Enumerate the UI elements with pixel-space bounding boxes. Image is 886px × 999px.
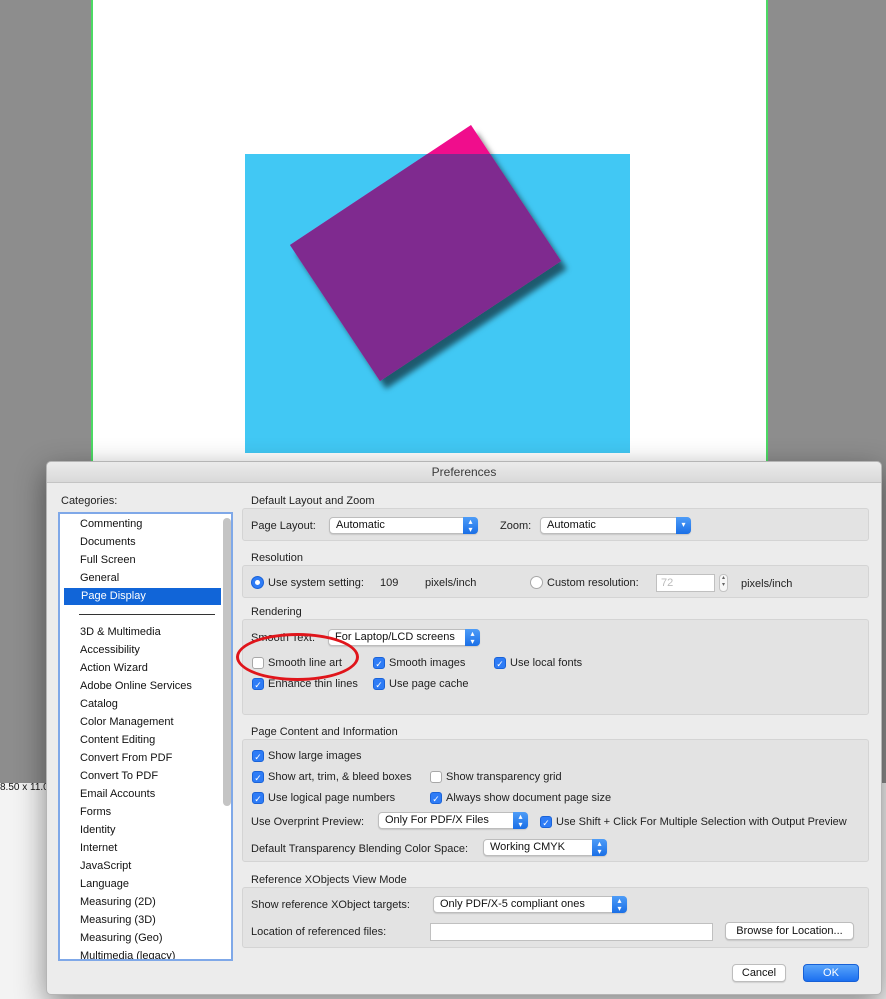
category-measuring-2d[interactable]: Measuring (2D) (60, 894, 221, 911)
category-page-display[interactable]: Page Display (64, 588, 221, 605)
shift-click-selection-checkbox[interactable]: ✓ (540, 816, 552, 828)
category-convert-from-pdf[interactable]: Convert From PDF (60, 750, 221, 767)
overprint-preview-value: Only For PDF/X Files (385, 814, 489, 826)
show-large-images-checkbox[interactable]: ✓ (252, 750, 264, 762)
category-adobe-online-services[interactable]: Adobe Online Services (60, 678, 221, 695)
custom-resolution-label: Custom resolution: (547, 577, 639, 589)
referenced-files-location-label: Location of referenced files: (251, 926, 387, 938)
category-language[interactable]: Language (60, 876, 221, 893)
category-action-wizard[interactable]: Action Wizard (60, 660, 221, 677)
use-page-cache-checkbox[interactable]: ✓ (373, 678, 385, 690)
use-local-fonts-label: Use local fonts (510, 657, 583, 669)
always-show-page-size-label: Always show document page size (446, 792, 612, 804)
categories-label: Categories: (61, 495, 118, 507)
categories-list[interactable]: Commenting Documents Full Screen General… (58, 512, 233, 961)
custom-resolution-radio[interactable] (530, 576, 543, 589)
page-layout-popup[interactable]: Automatic ▴ ▾ (329, 517, 478, 534)
custom-resolution-units: pixels/inch (741, 578, 793, 590)
smooth-images-label: Smooth images (389, 657, 466, 669)
blending-color-space-value: Working CMYK (490, 841, 565, 853)
preferences-dialog: Preferences Categories: Commenting Docum… (46, 461, 882, 995)
smooth-text-value: For Laptop/LCD screens (335, 631, 455, 643)
always-show-page-size-checkbox[interactable]: ✓ (430, 792, 442, 804)
chevron-down-icon: ▾ (676, 517, 691, 534)
category-color-management[interactable]: Color Management (60, 714, 221, 731)
blending-color-space-label: Default Transparency Blending Color Spac… (251, 843, 469, 855)
category-forms[interactable]: Forms (60, 804, 221, 821)
up-down-chevron-icon: ▴ ▾ (465, 629, 480, 646)
use-system-setting-label: Use system setting: (268, 577, 364, 589)
page-size-label: 8.50 x 11.00 in (0, 782, 46, 793)
use-page-cache-label: Use page cache (389, 678, 469, 690)
category-email-accounts[interactable]: Email Accounts (60, 786, 221, 803)
rendering-section-title: Rendering (251, 606, 302, 618)
xobject-targets-value: Only PDF/X-5 compliant ones (440, 898, 585, 910)
system-resolution-value: 109 (380, 577, 399, 589)
default-layout-section-title: Default Layout and Zoom (251, 495, 375, 507)
category-identity[interactable]: Identity (60, 822, 221, 839)
shift-click-selection-label: Use Shift + Click For Multiple Selection… (556, 816, 847, 828)
category-documents[interactable]: Documents (60, 534, 221, 551)
category-internet[interactable]: Internet (60, 840, 221, 857)
up-down-chevron-icon: ▴ ▾ (513, 812, 528, 829)
page-content-section-title: Page Content and Information (251, 726, 398, 738)
category-general[interactable]: General (60, 570, 221, 587)
dialog-title: Preferences (47, 462, 881, 483)
category-measuring-geo[interactable]: Measuring (Geo) (60, 930, 221, 947)
xobject-targets-popup[interactable]: Only PDF/X-5 compliant ones ▴ ▾ (433, 896, 627, 913)
show-transparency-grid-label: Show transparency grid (446, 771, 562, 783)
red-highlight-ellipse (236, 633, 359, 681)
category-accessibility[interactable]: Accessibility (60, 642, 221, 659)
zoom-popup[interactable]: Automatic ▾ (540, 517, 691, 534)
system-resolution-units: pixels/inch (425, 577, 477, 589)
use-system-setting-radio[interactable] (251, 576, 264, 589)
category-convert-to-pdf[interactable]: Convert To PDF (60, 768, 221, 785)
show-art-trim-bleed-label: Show art, trim, & bleed boxes (268, 771, 412, 783)
category-content-editing[interactable]: Content Editing (60, 732, 221, 749)
up-down-chevron-icon: ▴ ▾ (612, 896, 627, 913)
zoom-value: Automatic (547, 519, 596, 531)
page-layout-label: Page Layout: (251, 520, 316, 532)
page-artwork (245, 125, 630, 453)
show-large-images-label: Show large images (268, 750, 362, 762)
ok-button[interactable]: OK (803, 964, 859, 982)
use-local-fonts-checkbox[interactable]: ✓ (494, 657, 506, 669)
xobject-targets-label: Show reference XObject targets: (251, 899, 410, 911)
enhance-thin-lines-checkbox[interactable]: ✓ (252, 678, 264, 690)
category-commenting[interactable]: Commenting (60, 516, 221, 533)
show-transparency-grid-checkbox[interactable] (430, 771, 442, 783)
category-catalog[interactable]: Catalog (60, 696, 221, 713)
cancel-button[interactable]: Cancel (732, 964, 786, 982)
category-3d-multimedia[interactable]: 3D & Multimedia (60, 624, 221, 641)
show-art-trim-bleed-checkbox[interactable]: ✓ (252, 771, 264, 783)
custom-resolution-stepper[interactable]: ▴ ▾ (719, 574, 728, 592)
categories-scrollbar[interactable] (223, 518, 231, 806)
resolution-section-title: Resolution (251, 552, 303, 564)
custom-resolution-field[interactable]: 72 (656, 574, 715, 592)
up-down-chevron-icon: ▴ ▾ (463, 517, 478, 534)
zoom-label: Zoom: (500, 520, 532, 532)
smooth-text-popup[interactable]: For Laptop/LCD screens ▴ ▾ (328, 629, 480, 646)
blending-color-space-popup[interactable]: Working CMYK ▴ ▾ (483, 839, 607, 856)
overprint-preview-popup[interactable]: Only For PDF/X Files ▴ ▾ (378, 812, 528, 829)
category-separator (79, 614, 215, 615)
overprint-preview-label: Use Overprint Preview: (251, 816, 365, 828)
smooth-images-checkbox[interactable]: ✓ (373, 657, 385, 669)
category-javascript[interactable]: JavaScript (60, 858, 221, 875)
category-multimedia-legacy[interactable]: Multimedia (legacy) (60, 948, 221, 959)
browse-for-location-button[interactable]: Browse for Location... (725, 922, 854, 940)
category-measuring-3d[interactable]: Measuring (3D) (60, 912, 221, 929)
page-layout-value: Automatic (336, 519, 385, 531)
referenced-files-location-field[interactable] (430, 923, 713, 941)
use-logical-page-numbers-label: Use logical page numbers (268, 792, 396, 804)
xobjects-section-title: Reference XObjects View Mode (251, 874, 407, 886)
up-down-chevron-icon: ▴ ▾ (592, 839, 607, 856)
category-full-screen[interactable]: Full Screen (60, 552, 221, 569)
use-logical-page-numbers-checkbox[interactable]: ✓ (252, 792, 264, 804)
